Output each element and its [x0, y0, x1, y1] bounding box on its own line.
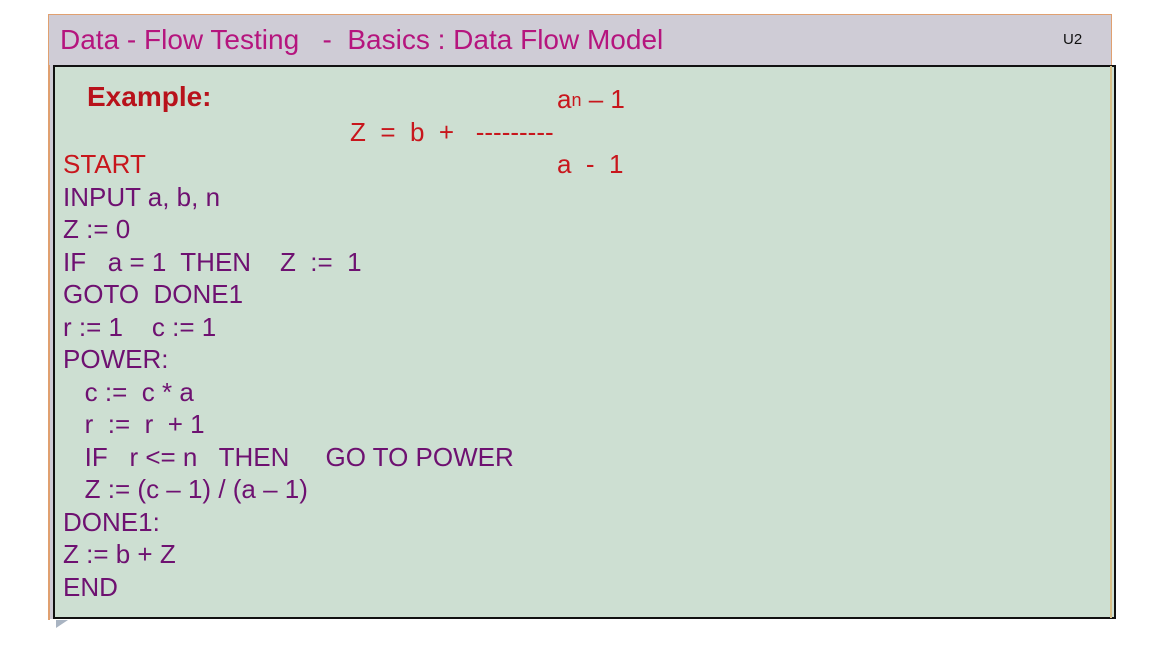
code-line: START: [63, 149, 146, 179]
code-line: DONE1:: [63, 506, 160, 537]
code-line: r := r + 1: [63, 409, 205, 439]
code-line: IF r <= n THEN GO TO POWER: [63, 441, 514, 472]
code-line: IF a = 1 THEN Z := 1: [63, 246, 362, 277]
formula-numerator: an – 1: [557, 84, 625, 115]
numerator-base: a: [557, 84, 572, 114]
numerator-exponent: n: [571, 90, 582, 110]
code-line: INPUT a, b, n: [63, 181, 221, 212]
code-line: Z := (c – 1) / (a – 1): [63, 474, 308, 504]
code-line: Z := 0: [63, 214, 131, 244]
formula-lhs: Z = b + ---------: [350, 117, 554, 147]
code-line: Z := b + Z: [63, 539, 176, 569]
code-line: END: [63, 571, 118, 602]
code-line: r := 1 c := 1: [63, 311, 217, 342]
code-line: POWER:: [63, 344, 169, 374]
code-line: c := c * a: [63, 376, 194, 407]
unit-label: U2: [1063, 31, 1083, 48]
content-accent-stripe: [1110, 66, 1112, 618]
pseudocode-block: START INPUT a, b, n Z := 0 IF a = 1 THEN…: [63, 148, 514, 603]
numerator-rest: – 1: [581, 84, 625, 114]
formula-denominator: a - 1: [557, 149, 624, 179]
code-line: GOTO DONE1: [63, 279, 244, 309]
corner-triangle-icon: [56, 620, 68, 628]
frame-accent-stripe: [48, 65, 50, 620]
slide-title: Data - Flow Testing - Basics : Data Flow…: [60, 24, 664, 55]
example-label: Example:: [87, 81, 212, 112]
